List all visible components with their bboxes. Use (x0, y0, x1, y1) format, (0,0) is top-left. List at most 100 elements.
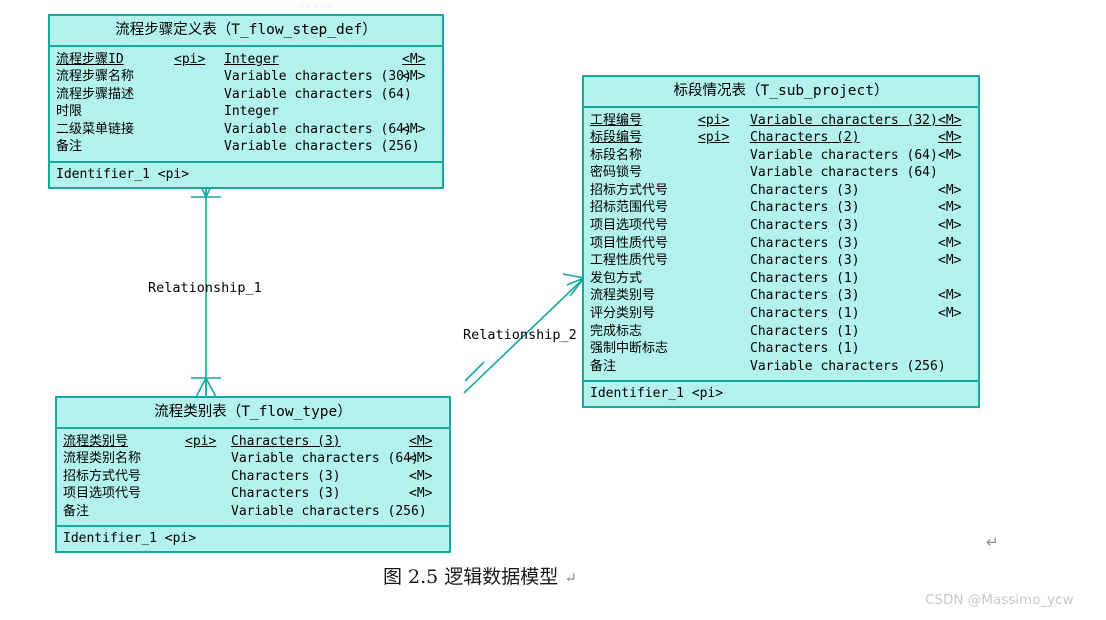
figure-caption-text: 图 2.5 逻辑数据模型 (383, 566, 559, 588)
attribute-mandatory: <M> (938, 288, 962, 304)
entity-attribute-list: 流程步骤ID <pi> Integer <M> 流程步骤名称 Variable … (50, 47, 442, 164)
attribute-mandatory: <M> (938, 306, 962, 322)
attribute-pi: <pi> (174, 51, 206, 67)
attribute-type: Variable characters (30) (224, 69, 412, 85)
stray-return-mark: ↵ (986, 533, 999, 551)
attribute-name: 评分类别号 (590, 306, 656, 322)
attribute-row: 项目性质代号 Characters (3) <M> (590, 235, 972, 253)
entity-identifier: Identifier_1 <pi> (56, 167, 190, 183)
attribute-type: Integer (224, 104, 279, 120)
attribute-type: Characters (1) (750, 270, 860, 286)
entity-title: 标段情况表（T_sub_project） (584, 77, 978, 108)
attribute-row: 标段名称 Variable characters (64) <M> (590, 147, 972, 165)
attribute-name: 项目性质代号 (590, 235, 669, 251)
attribute-name: 流程步骤ID (56, 51, 124, 67)
attribute-name: 备注 (63, 503, 90, 519)
attribute-type: Characters (3) (231, 468, 341, 484)
attribute-mandatory: <M> (938, 200, 962, 216)
csdn-watermark: CSDN @Massimo_ycw (925, 592, 1074, 608)
attribute-type: Variable characters (256) (224, 139, 420, 155)
attribute-pi: <pi> (698, 112, 730, 128)
attribute-name: 流程类别号 (590, 288, 656, 304)
attribute-mandatory: <M> (409, 451, 433, 467)
attribute-mandatory: <M> (938, 218, 962, 234)
entity-attribute-list: 工程编号 <pi> Variable characters (32) <M> 标… (584, 108, 978, 383)
attribute-name: 二级菜单链接 (56, 121, 135, 137)
attribute-name: 流程步骤描述 (56, 86, 135, 102)
attribute-name: 密码锁号 (590, 165, 643, 181)
attribute-row: 发包方式 Characters (1) (590, 270, 972, 288)
attribute-row: 项目选项代号 Characters (3) <M> (590, 217, 972, 235)
attribute-name: 标段名称 (590, 147, 643, 163)
attribute-mandatory: <M> (938, 112, 962, 128)
attribute-row: 备注 Variable characters (256) (63, 503, 443, 521)
attribute-type: Characters (3) (750, 182, 860, 198)
attribute-row: 密码锁号 Variable characters (64) (590, 164, 972, 182)
attribute-name: 工程性质代号 (590, 253, 669, 269)
attribute-name: 项目选项代号 (590, 218, 669, 234)
attribute-row: 强制中断标志 Characters (1) (590, 340, 972, 358)
attribute-type: Integer (224, 51, 279, 67)
attribute-pi: <pi> (698, 130, 730, 146)
attribute-name: 招标范围代号 (590, 200, 669, 216)
attribute-mandatory: <M> (402, 121, 426, 137)
entity-identifier: Identifier_1 <pi> (590, 386, 724, 402)
attribute-type: Variable characters (64) (224, 86, 412, 102)
entity-title: 流程类别表（T_flow_type） (57, 398, 449, 429)
attribute-mandatory: <M> (938, 253, 962, 269)
attribute-row: 招标方式代号 Characters (3) <M> (63, 468, 443, 486)
attribute-mandatory: <M> (938, 182, 962, 198)
attribute-name: 备注 (56, 139, 83, 155)
relationship-2-tick (464, 361, 485, 382)
relationship-1-crowsfoot-bottom (195, 377, 217, 398)
attribute-type: Variable characters (256) (750, 358, 946, 374)
relationship-1-label: Relationship_1 (148, 280, 262, 296)
attribute-name: 时限 (56, 104, 83, 120)
attribute-mandatory: <M> (409, 468, 433, 484)
attribute-row: 流程类别号 Characters (3) <M> (590, 287, 972, 305)
attribute-row: 招标范围代号 Characters (3) <M> (590, 199, 972, 217)
attribute-type: Characters (1) (750, 306, 860, 322)
attribute-type: Characters (3) (231, 433, 341, 449)
attribute-name: 工程编号 (590, 112, 643, 128)
attribute-type: Variable characters (32) (750, 112, 938, 128)
attribute-row: 工程性质代号 Characters (3) <M> (590, 252, 972, 270)
attribute-name: 招标方式代号 (63, 468, 142, 484)
attribute-row: 流程类别名称 Variable characters (64) <M> (63, 450, 443, 468)
attribute-type: Characters (1) (750, 323, 860, 339)
attribute-row: 备注 Variable characters (256) (56, 138, 436, 156)
attribute-name: 发包方式 (590, 270, 643, 286)
attribute-name: 标段编号 (590, 130, 643, 146)
attribute-type: Variable characters (64) (231, 451, 419, 467)
figure-caption-return-mark: ↵ (564, 569, 577, 587)
attribute-mandatory: <M> (938, 147, 962, 163)
attribute-name: 流程步骤名称 (56, 69, 135, 85)
attribute-type: Variable characters (64) (224, 121, 412, 137)
attribute-mandatory: <M> (409, 433, 433, 449)
relationship-2-crowsfoot (562, 273, 585, 297)
attribute-name: 流程类别名称 (63, 451, 142, 467)
entity-t-flow-step-def[interactable]: 流程步骤定义表（T_flow_step_def） 流程步骤ID <pi> Int… (48, 14, 444, 190)
attribute-row: 二级菜单链接 Variable characters (64) <M> (56, 121, 436, 139)
attribute-row: 流程类别号 <pi> Characters (3) <M> (63, 433, 443, 451)
attribute-name: 项目选项代号 (63, 486, 142, 502)
entity-attribute-list: 流程类别号 <pi> Characters (3) <M> 流程类别名称 Var… (57, 429, 449, 528)
attribute-type: Characters (3) (750, 200, 860, 216)
attribute-row: 评分类别号 Characters (1) <M> (590, 305, 972, 323)
attribute-type: Characters (3) (750, 253, 860, 269)
attribute-row: 流程步骤描述 Variable characters (64) (56, 86, 436, 104)
attribute-type: Characters (3) (231, 486, 341, 502)
figure-caption: 图 2.5 逻辑数据模型 ↵ (383, 562, 577, 589)
attribute-row: 招标方式代号 Characters (3) <M> (590, 182, 972, 200)
attribute-type: Characters (2) (750, 130, 860, 146)
attribute-row: 时限 Integer (56, 103, 436, 121)
entity-t-flow-type[interactable]: 流程类别表（T_flow_type） 流程类别号 <pi> Characters… (55, 396, 451, 554)
attribute-mandatory: <M> (409, 486, 433, 502)
attribute-type: Variable characters (64) (750, 147, 938, 163)
attribute-mandatory: <M> (938, 235, 962, 251)
attribute-name: 备注 (590, 358, 617, 374)
attribute-row: 完成标志 Characters (1) (590, 323, 972, 341)
attribute-mandatory: <M> (938, 130, 962, 146)
entity-t-sub-project[interactable]: 标段情况表（T_sub_project） 工程编号 <pi> Variable … (582, 75, 980, 409)
attribute-row: 项目选项代号 Characters (3) <M> (63, 485, 443, 503)
